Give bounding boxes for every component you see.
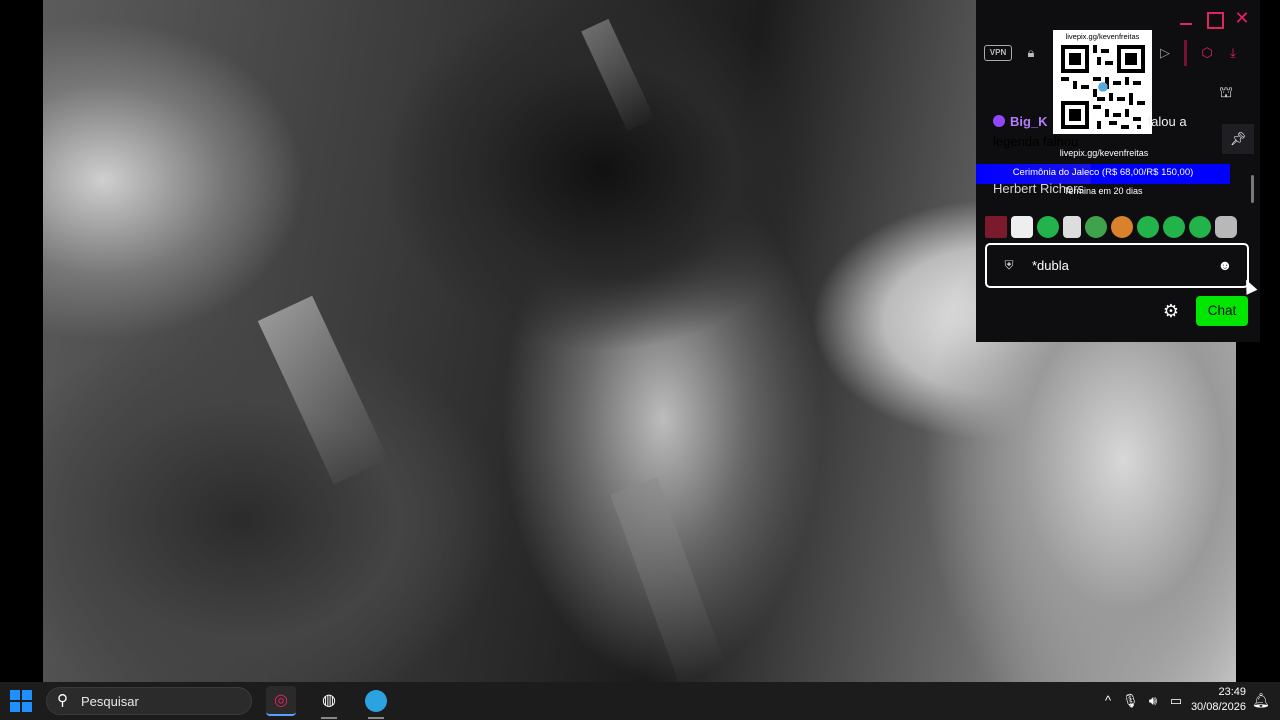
pin-icon[interactable]: 📌︎ (1222, 124, 1254, 154)
app-running-indicator (368, 717, 384, 719)
chevron-up-icon[interactable]: ^ (1100, 692, 1116, 710)
video-blur-streak (581, 18, 655, 132)
taskbar: ⚲ Pesquisar ◎ ◍ ^ 🎙︎ 🔊︎ ▭ 23:49 30/08/20… (0, 682, 1280, 720)
windows-start-icon[interactable] (10, 690, 32, 712)
video-blur-streak (610, 477, 726, 683)
emote-icon[interactable] (1189, 216, 1211, 238)
sub-badge-icon (993, 115, 1005, 127)
download-icon[interactable]: ⤓ (1222, 44, 1244, 62)
emote-icon[interactable] (1085, 216, 1107, 238)
clock-date: 30/08/2026 (1190, 701, 1246, 713)
search-placeholder: Pesquisar (81, 694, 139, 709)
lock-icon[interactable]: 🔒︎ (1022, 44, 1040, 62)
emote-icon[interactable] (1063, 216, 1081, 238)
app-icon-twitch[interactable]: ◎ (266, 686, 296, 716)
chat-input[interactable] (1032, 256, 1212, 274)
chat-send-button[interactable]: Chat (1196, 296, 1248, 326)
system-clock[interactable]: 23:49 30/08/2026 (1190, 685, 1246, 715)
emote-icon[interactable] (1037, 216, 1059, 238)
chat-message-text: legenda falhou (993, 134, 1079, 149)
emote-icon[interactable] (1011, 216, 1033, 238)
emote-icon[interactable] (1111, 216, 1133, 238)
shield-icon[interactable]: ⛨ (1002, 258, 1016, 272)
emoji-icon[interactable]: ☻ (1217, 257, 1233, 273)
goal-text: Cerimônia do Jaleco (R$ 68,00/R$ 150,00) (1012, 167, 1194, 178)
qr-label: livepix.gg/kevenfreitas (1065, 32, 1140, 41)
app-running-indicator (321, 717, 337, 719)
taskbar-search[interactable]: ⚲ Pesquisar (46, 687, 252, 715)
goal-ends-text: Termina em 20 dias (1064, 186, 1143, 196)
emote-icon[interactable] (1163, 216, 1185, 238)
search-icon: ⚲ (57, 692, 68, 709)
video-blur-streak (257, 295, 389, 485)
clock-time: 23:49 (1218, 686, 1246, 698)
extension-icon[interactable]: ⬡ (1196, 44, 1218, 62)
screen: ✕ VPN 🔒︎ ▷ ⬡ ⤓ ⛫ livepix.gg/kevenfreitas (0, 0, 1280, 720)
chat-message: Big_K falou a legenda falhou (993, 112, 1203, 152)
emote-icon[interactable] (1215, 216, 1237, 238)
chat-scrollbar[interactable] (1251, 175, 1254, 203)
chat-username[interactable]: Big_K (1010, 114, 1048, 129)
gift-icon[interactable]: ⛫ (1216, 84, 1236, 104)
emote-row (985, 215, 1251, 239)
vpn-icon[interactable]: VPN (984, 45, 1012, 61)
maximize-button[interactable] (1204, 8, 1224, 29)
chat-message-text: falou a (1147, 114, 1187, 129)
app-icon-obs[interactable]: ◍ (314, 686, 344, 716)
play-icon[interactable]: ▷ (1156, 44, 1174, 62)
minimize-button[interactable] (1176, 8, 1196, 28)
close-button[interactable]: ✕ (1232, 8, 1252, 28)
toolbar-divider (1184, 40, 1187, 66)
microphone-icon[interactable]: 🎙︎ (1122, 692, 1139, 710)
app-icon-telegram[interactable] (361, 686, 391, 716)
emote-icon[interactable] (985, 216, 1007, 238)
volume-icon[interactable]: 🔊︎ (1145, 692, 1161, 710)
notification-icon[interactable]: 🔔︎ (1252, 692, 1270, 710)
emote-icon[interactable] (1137, 216, 1159, 238)
network-icon[interactable]: ▭ (1168, 692, 1184, 710)
gear-icon[interactable]: ⚙ (1161, 301, 1181, 321)
